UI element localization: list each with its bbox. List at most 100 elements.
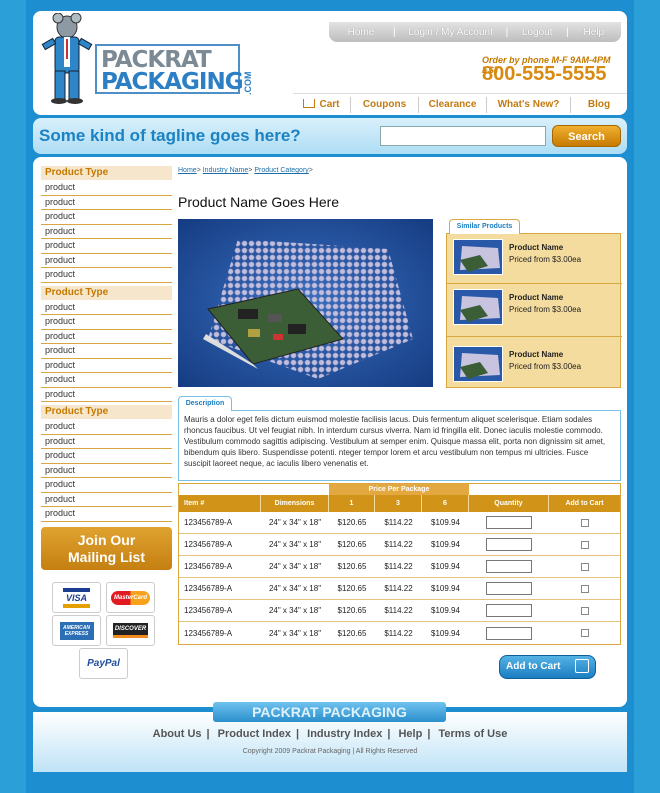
table-cell: 24" x 34" x 18"	[268, 562, 322, 571]
col-item: Item #	[179, 495, 261, 512]
sidebar-item[interactable]: product	[41, 254, 172, 268]
main-nav: Cart Coupons Clearance What's New? Blog	[293, 93, 627, 115]
footer-help[interactable]: Help	[398, 728, 422, 740]
cart-icon	[575, 659, 589, 673]
add-to-cart-cell	[549, 584, 620, 593]
quantity-input[interactable]	[486, 604, 532, 617]
table-cell: $120.65	[337, 584, 367, 593]
divider	[447, 283, 622, 284]
table-row: 123456789-A 24" x 34" x 18" $120.65 $114.22…	[179, 600, 620, 622]
sidebar-item[interactable]: product	[41, 493, 172, 507]
add-to-cart-cell	[549, 540, 620, 549]
quantity-input[interactable]	[486, 538, 532, 551]
footer-links: About Us | Product Index | Industry Index |…	[152, 728, 508, 740]
logo-wordmark: PACKRAT PACKAGING	[95, 44, 244, 95]
similar-products: Product Name Priced from $3.00ea Product…	[446, 233, 622, 388]
quantity-input[interactable]	[486, 560, 532, 573]
footer-terms[interactable]: Terms of Use	[438, 728, 507, 740]
table-row: 123456789-A 24" x 34" x 18" $120.65 $114.22…	[179, 512, 620, 534]
header: PACKRAT PACKAGING .COM Home | Login / My…	[33, 11, 627, 115]
sidebar-item[interactable]: product	[41, 464, 172, 478]
mailing-list-button[interactable]: Join Our Mailing List	[41, 527, 172, 570]
table-cell: 24" x 34" x 18"	[268, 518, 322, 527]
tab-description[interactable]: Description	[178, 396, 232, 411]
amex-card-icon: AMERICAN EXPRESS	[52, 615, 101, 646]
sidebar-item[interactable]: product	[41, 315, 172, 330]
sidebar-item[interactable]: product	[41, 181, 172, 196]
add-to-cart-checkbox[interactable]	[580, 584, 589, 593]
table-cell: 123456789-A	[184, 584, 233, 593]
price-per-package-header: Price Per Package	[179, 484, 620, 495]
table-cell: 24" x 34" x 18"	[268, 540, 322, 549]
quantity-cell	[469, 582, 549, 595]
quantity-cell	[469, 604, 549, 617]
topnav-logout[interactable]: Logout	[508, 27, 566, 38]
nav-whats-new[interactable]: What's New?	[487, 96, 571, 113]
topnav-home[interactable]: Home	[329, 27, 393, 38]
table-row: 123456789-A 24" x 34" x 18" $120.65 $114.22…	[179, 622, 620, 644]
similar-product-name: Product Name	[509, 350, 564, 359]
table-cell: $114.22	[384, 584, 413, 593]
search-button[interactable]: Search	[552, 125, 621, 147]
similar-product-price: Priced from $3.00ea	[509, 255, 582, 264]
add-to-cart-cell	[549, 518, 620, 527]
add-to-cart-button[interactable]: Add to Cart	[499, 655, 596, 679]
logo-line2: PACKAGING	[101, 69, 244, 95]
quantity-input[interactable]	[486, 516, 532, 529]
nav-coupons[interactable]: Coupons	[351, 96, 419, 113]
sidebar-item[interactable]: product	[41, 388, 172, 402]
breadcrumb-industry[interactable]: Industry Name	[203, 167, 249, 174]
similar-product-price: Priced from $3.00ea	[509, 362, 582, 371]
nav-clearance[interactable]: Clearance	[419, 96, 487, 113]
price-per-package-label: Price Per Package	[329, 484, 469, 495]
sidebar-item[interactable]: product	[41, 435, 172, 449]
col-quantity: Quantity	[469, 495, 549, 512]
quantity-input[interactable]	[486, 626, 532, 640]
sidebar-item[interactable]: product	[41, 359, 172, 373]
table-cell: 123456789-A	[184, 606, 233, 615]
sidebar-item[interactable]: product	[41, 344, 172, 359]
search-input[interactable]	[380, 126, 546, 146]
sidebar-item[interactable]: product	[41, 330, 172, 344]
mailing-list-label: Join Our Mailing List	[68, 532, 145, 565]
sidebar-item[interactable]: product	[41, 478, 172, 493]
footer-about[interactable]: About Us	[153, 728, 202, 740]
tab-similar-products[interactable]: Similar Products	[449, 219, 520, 234]
nav-cart-label: Cart	[319, 98, 340, 110]
add-to-cart-checkbox[interactable]	[580, 606, 589, 615]
sidebar-item[interactable]: product	[41, 449, 172, 464]
footer-product-index[interactable]: Product Index	[218, 728, 291, 740]
divider	[447, 336, 622, 337]
sidebar-item[interactable]: product	[41, 268, 172, 283]
sidebar-item[interactable]: product	[41, 225, 172, 239]
add-to-cart-checkbox[interactable]	[580, 518, 589, 527]
phone-number: 800-555-5555	[482, 63, 607, 85]
nav-cart[interactable]: Cart	[293, 96, 351, 113]
sidebar-item[interactable]: product	[41, 301, 172, 315]
similar-product-item[interactable]: Product Name Priced from $3.00ea	[453, 289, 615, 329]
breadcrumb-home[interactable]: Home	[178, 167, 197, 174]
quantity-input[interactable]	[486, 582, 532, 595]
sidebar-heading: Product Type	[41, 285, 172, 300]
paypal-label: PayPal	[87, 658, 120, 669]
sidebar-item[interactable]: product	[41, 420, 172, 435]
nav-blog[interactable]: Blog	[571, 97, 627, 113]
footer-industry-index[interactable]: Industry Index	[307, 728, 382, 740]
similar-product-item[interactable]: Product Name Priced from $3.00ea	[453, 346, 615, 386]
add-to-cart-checkbox[interactable]	[580, 540, 589, 549]
sidebar-item[interactable]: product	[41, 507, 172, 522]
table-header: Item # Dimensions 1 3 6 Quantity Add to …	[179, 495, 620, 512]
footer-logo: PACKRAT PACKAGING	[213, 702, 446, 722]
add-to-cart-checkbox[interactable]	[580, 629, 589, 637]
topnav-help[interactable]: Help	[569, 27, 619, 38]
sidebar-item[interactable]: product	[41, 196, 172, 210]
sidebar-item[interactable]: product	[41, 210, 172, 225]
similar-product-item[interactable]: Product Name Priced from $3.00ea	[453, 239, 615, 279]
add-to-cart-checkbox[interactable]	[580, 562, 589, 571]
logo[interactable]: PACKRAT PACKAGING .COM	[33, 11, 293, 115]
table-cell: $120.65	[337, 518, 367, 527]
breadcrumb-category[interactable]: Product Category	[254, 167, 308, 174]
sidebar-item[interactable]: product	[41, 373, 172, 388]
sidebar-item[interactable]: product	[41, 239, 172, 254]
topnav-login[interactable]: Login / My Account	[396, 27, 506, 38]
